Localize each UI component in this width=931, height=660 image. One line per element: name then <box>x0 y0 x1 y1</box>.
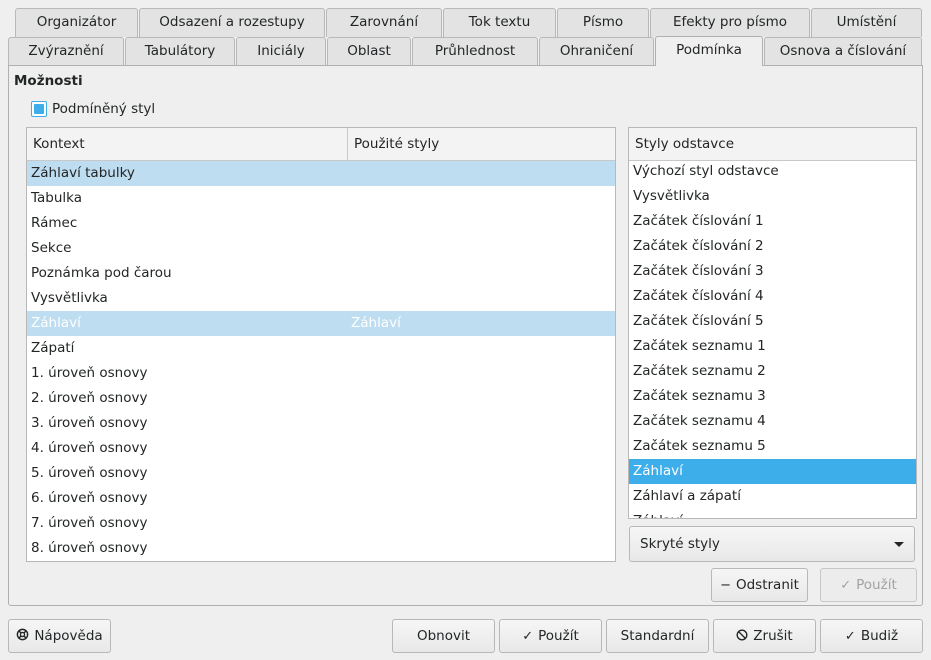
tab-zarovnani[interactable]: Zarovnání <box>326 8 442 37</box>
table-row[interactable]: Záhlaví Záhlaví <box>27 311 615 336</box>
style-filter-combo[interactable]: Skryté styly <box>629 526 915 562</box>
column-header-kontext[interactable]: Kontext <box>27 128 347 160</box>
context-table-header: Kontext Použité styly <box>27 128 615 161</box>
check-icon: ✓ <box>522 628 534 644</box>
context-cell: Záhlaví tabulky <box>31 165 135 181</box>
list-item[interactable]: Záhlaví a zápatí <box>629 484 916 509</box>
apply-button[interactable]: ✓ Použít <box>499 619 602 653</box>
table-row[interactable]: Záhlaví tabulky <box>27 161 615 186</box>
list-item[interactable]: Záhlaví <box>629 459 916 484</box>
table-row[interactable]: 7. úroveň osnovy <box>27 511 615 536</box>
help-button-label: Nápověda <box>34 628 103 644</box>
context-cell: Zápatí <box>31 340 75 356</box>
context-cell: 4. úroveň osnovy <box>31 440 148 456</box>
list-item[interactable]: Začátek číslování 3 <box>629 259 916 284</box>
conditional-style-row[interactable]: Podmíněný styl <box>31 100 155 118</box>
tab-tabulatory[interactable]: Tabulátory <box>125 37 235 66</box>
context-cell: 5. úroveň osnovy <box>31 465 148 481</box>
list-item[interactable]: Záhlaví... <box>629 509 916 518</box>
table-row[interactable]: 1. úroveň osnovy <box>27 361 615 386</box>
table-row[interactable]: 5. úroveň osnovy <box>27 461 615 486</box>
apply-condition-button[interactable]: ✓ Použít <box>820 568 917 602</box>
chevron-down-icon <box>894 542 904 547</box>
context-cell: 3. úroveň osnovy <box>31 415 148 431</box>
reset-button-label: Obnovit <box>416 628 471 644</box>
list-item[interactable]: Vysvětlivka <box>629 184 916 209</box>
tab-umisteni[interactable]: Umístění <box>811 8 922 37</box>
table-row[interactable]: 3. úroveň osnovy <box>27 411 615 436</box>
table-row[interactable]: 6. úroveň osnovy <box>27 486 615 511</box>
minus-icon: − <box>720 577 731 593</box>
tab-pruhlednost[interactable]: Průhlednost <box>412 37 538 66</box>
tab-efekty-pro-pismo[interactable]: Efekty pro písmo <box>650 8 810 37</box>
ok-button[interactable]: ✓ Budiž <box>820 619 923 653</box>
remove-button-label: Odstranit <box>735 577 799 593</box>
table-row[interactable]: Vysvětlivka <box>27 286 615 311</box>
ok-button-label: Budiž <box>860 628 899 644</box>
reset-button[interactable]: Obnovit <box>392 619 495 653</box>
table-row[interactable]: 2. úroveň osnovy <box>27 386 615 411</box>
context-cell: 2. úroveň osnovy <box>31 390 148 406</box>
column-header-styly-odstavce[interactable]: Styly odstavce <box>629 128 916 160</box>
context-cell: Tabulka <box>31 190 83 206</box>
context-table[interactable]: Kontext Použité styly Záhlaví tabulky Tab… <box>26 127 616 562</box>
tab-ohraniceni[interactable]: Ohraničení <box>539 37 654 66</box>
context-cell: Sekce <box>31 240 72 256</box>
list-item[interactable]: Začátek číslování 1 <box>629 209 916 234</box>
tab-inicialy[interactable]: Iniciály <box>236 37 326 66</box>
list-item[interactable]: Začátek seznamu 3 <box>629 384 916 409</box>
table-row[interactable]: Zápatí <box>27 336 615 361</box>
lifebuoy-icon <box>16 628 29 644</box>
context-cell: Vysvětlivka <box>31 290 108 306</box>
tab-pismo[interactable]: Písmo <box>557 8 649 37</box>
tab-osnova-a-cislovani[interactable]: Osnova a číslování <box>764 37 922 66</box>
list-item[interactable]: Začátek číslování 4 <box>629 284 916 309</box>
standard-button[interactable]: Standardní <box>606 619 709 653</box>
list-item[interactable]: Začátek seznamu 1 <box>629 334 916 359</box>
table-row[interactable]: 4. úroveň osnovy <box>27 436 615 461</box>
tab-zvyrazneni[interactable]: Zvýraznění <box>8 37 124 66</box>
table-row[interactable]: 8. úroveň osnovy <box>27 536 615 561</box>
check-icon: ✓ <box>844 628 856 644</box>
context-cell: 1. úroveň osnovy <box>31 365 148 381</box>
list-item[interactable]: Začátek seznamu 2 <box>629 359 916 384</box>
help-button[interactable]: Nápověda <box>8 619 111 653</box>
tab-podminka[interactable]: Podmínka <box>655 36 763 66</box>
list-item[interactable]: Začátek číslování 5 <box>629 309 916 334</box>
paragraph-styles-header: Styly odstavce <box>629 128 916 161</box>
standard-button-label: Standardní <box>620 628 695 644</box>
context-cell: 6. úroveň osnovy <box>31 490 148 506</box>
options-section-title: Možnosti <box>14 73 83 89</box>
cancel-circle-icon <box>736 629 748 644</box>
tab-organizator[interactable]: Organizátor <box>15 8 138 37</box>
list-item[interactable]: Začátek číslování 2 <box>629 234 916 259</box>
cancel-button[interactable]: Zrušit <box>713 619 816 653</box>
style-filter-value: Skryté styly <box>640 536 720 552</box>
remove-button[interactable]: − Odstranit <box>711 568 808 602</box>
table-row[interactable]: Tabulka <box>27 186 615 211</box>
list-item[interactable]: Výchozí styl odstavce <box>629 159 916 184</box>
context-cell: 8. úroveň osnovy <box>31 540 148 556</box>
context-cell: 7. úroveň osnovy <box>31 515 148 531</box>
table-row[interactable]: Rámec <box>27 211 615 236</box>
tab-tok-textu[interactable]: Tok textu <box>443 8 556 37</box>
paragraph-styles-list[interactable]: Styly odstavce Výchozí styl odstavce Vysv… <box>628 127 917 519</box>
tab-oblast[interactable]: Oblast <box>327 37 411 66</box>
context-cell: Záhlaví <box>31 315 81 331</box>
column-header-pouzite-styly[interactable]: Použité styly <box>348 128 615 160</box>
list-item[interactable]: Začátek seznamu 4 <box>629 409 916 434</box>
conditional-style-checkbox[interactable] <box>31 101 47 117</box>
check-icon: ✓ <box>840 577 852 593</box>
apply-condition-button-label: Použít <box>856 577 897 593</box>
context-cell: Poznámka pod čarou <box>31 265 172 281</box>
conditional-style-label: Podmíněný styl <box>52 101 156 117</box>
table-row[interactable]: Poznámka pod čarou <box>27 261 615 286</box>
context-cell: Rámec <box>31 215 78 231</box>
apply-button-label: Použít <box>538 628 579 644</box>
applied-style-cell: Záhlaví <box>351 315 401 331</box>
tab-odsazeni-a-rozestupy[interactable]: Odsazení a rozestupy <box>139 8 325 37</box>
table-row[interactable]: Sekce <box>27 236 615 261</box>
list-item[interactable]: Začátek seznamu 5 <box>629 434 916 459</box>
cancel-button-label: Zrušit <box>753 628 793 644</box>
